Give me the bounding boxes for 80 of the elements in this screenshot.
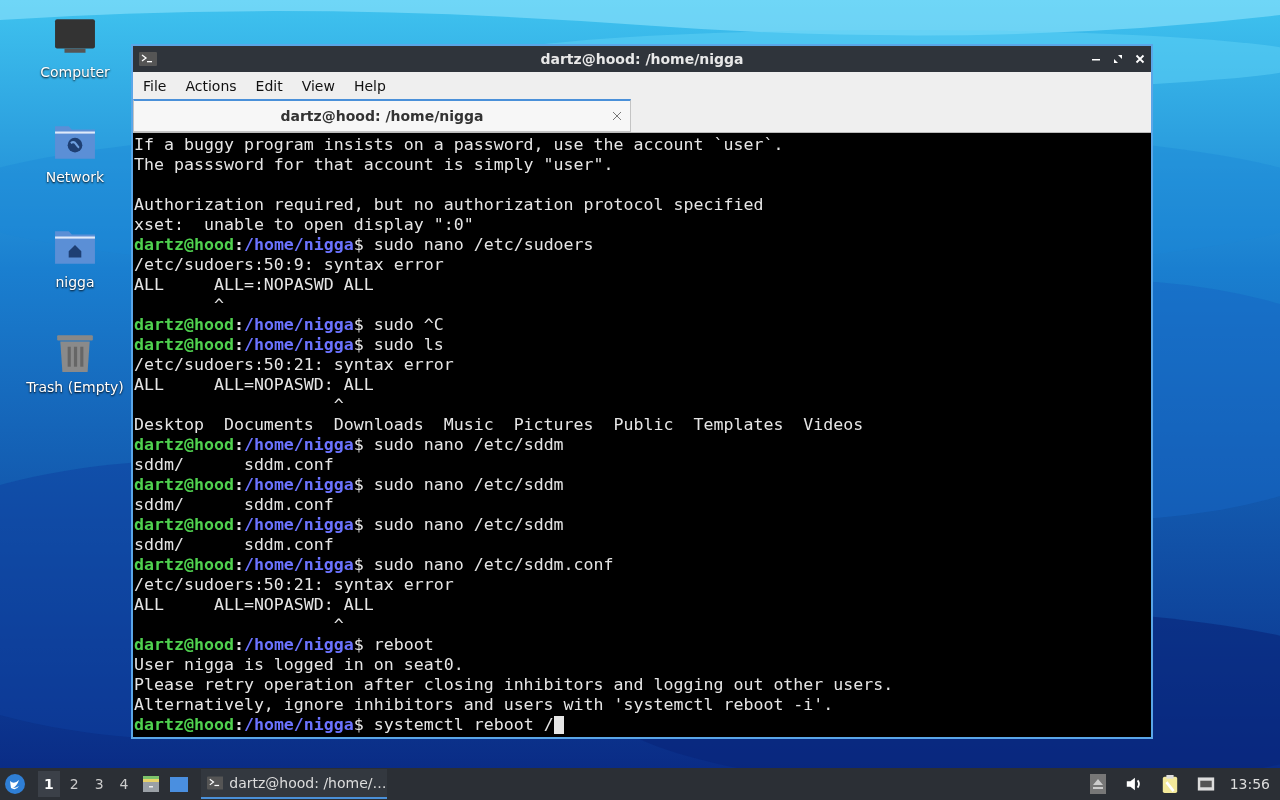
terminal-line: Alternatively, ignore inhibitors and users with 'systemctl reboot -i'. [134, 695, 834, 715]
file-cabinet-icon[interactable] [140, 774, 161, 794]
workspace-button[interactable]: 2 [63, 771, 85, 797]
terminal-line: ALL ALL=:NOPASWD ALL [134, 275, 374, 295]
prompt-path: /home/nigga [243, 715, 354, 735]
prompt-user: dartz@hood [134, 635, 234, 655]
prompt-separator: : [233, 475, 244, 495]
prompt-user: dartz@hood [134, 475, 234, 495]
command-text: $ sudo nano /etc/sddm [353, 515, 564, 535]
clipboard-icon[interactable] [1160, 774, 1179, 794]
terminal-line: Desktop Documents Downloads Music Pictures Public Templates Videos [134, 415, 864, 435]
terminal-line: /etc/sudoers:50:9: syntax error [134, 255, 444, 275]
terminal-line: If a buggy program insists on a password, use the account `user`. [134, 135, 784, 155]
prompt-path: /home/nigga [243, 555, 354, 575]
command-text: $ reboot [353, 635, 434, 655]
prompt-separator: : [233, 235, 244, 255]
prompt-separator: : [233, 715, 244, 735]
prompt-separator: : [233, 635, 244, 655]
window-title: dartz@hood: /home/nigga [540, 50, 744, 67]
menu-item[interactable]: File [135, 75, 175, 96]
prompt-path: /home/nigga [243, 335, 354, 355]
terminal-line: Authorization required, but no authorization protocol specified [134, 195, 764, 215]
desktop-icon-label[interactable]: nigga [55, 274, 95, 290]
prompt-separator: : [233, 435, 244, 455]
prompt-path: /home/nigga [243, 475, 354, 495]
terminal-line: ALL ALL=NOPASWD: ALL [134, 375, 374, 395]
prompt-user: dartz@hood [134, 715, 234, 735]
prompt-user: dartz@hood [134, 235, 234, 255]
prompt-separator: : [233, 315, 244, 335]
command-text: $ sudo ^C [353, 315, 444, 335]
command-text: $ sudo nano /etc/sddm.conf [353, 555, 614, 575]
command-text: $ sudo nano /etc/sddm [353, 435, 564, 455]
menu-item[interactable]: Actions [177, 75, 245, 96]
prompt-user: dartz@hood [134, 315, 234, 335]
command-text: $ sudo ls [353, 335, 444, 355]
menu-item[interactable]: Edit [247, 75, 291, 96]
eject-icon[interactable] [1088, 774, 1107, 794]
ethernet-icon[interactable] [1196, 774, 1215, 794]
prompt-user: dartz@hood [134, 335, 234, 355]
prompt-path: /home/nigga [243, 515, 354, 535]
prompt-path: /home/nigga [243, 435, 354, 455]
terminal-line: User nigga is logged in on seat0. [134, 655, 464, 675]
prompt-path: /home/nigga [243, 235, 354, 255]
taskbar-window-button[interactable]: dartz@hood: /home/… [200, 769, 387, 799]
prompt-path: /home/nigga [243, 315, 354, 335]
terminal-line: The passsword for that account is simply "user". [134, 155, 614, 175]
window-icon[interactable] [168, 774, 189, 794]
prompt-separator: : [233, 515, 244, 535]
terminal-line: Please retry operation after closing inhibitors and logging out other users. [134, 675, 894, 695]
command-text: $ sudo nano /etc/sddm [353, 475, 564, 495]
tab[interactable]: dartz@hood: /home/nigga [133, 99, 631, 132]
prompt-user: dartz@hood [134, 515, 234, 535]
terminal-line: ^ [332, 395, 344, 415]
terminal-line: ^ [212, 295, 224, 315]
desktop-icon-label[interactable]: Trash (Empty) [26, 379, 124, 395]
terminal-line: ALL ALL=NOPASWD: ALL [134, 595, 374, 615]
terminal-line: xset: unable to open display ":0" [134, 215, 474, 235]
workspace-button[interactable]: 1 [38, 771, 60, 797]
terminal-icon [206, 776, 224, 790]
prompt-path: /home/nigga [243, 635, 354, 655]
command-text: $ systemctl reboot / [353, 715, 554, 735]
maximize-icon[interactable] [1113, 53, 1123, 64]
terminal-line: sddm/ sddm.conf [134, 455, 334, 475]
prompt-separator: : [233, 335, 244, 355]
terminal-line: ^ [332, 615, 344, 635]
clock[interactable]: 13:56 [1229, 776, 1270, 792]
terminal-line: /etc/sudoers:50:21: syntax error [134, 575, 454, 595]
workspace-button[interactable]: 3 [88, 771, 110, 797]
prompt-user: dartz@hood [134, 555, 234, 575]
command-text: $ sudo nano /etc/sudoers [353, 235, 594, 255]
menu-item[interactable]: Help [345, 75, 394, 96]
bird-logo-icon[interactable] [4, 773, 26, 795]
terminal-line: sddm/ sddm.conf [134, 535, 334, 555]
workspace-button[interactable]: 4 [113, 771, 135, 797]
prompt-separator: : [233, 555, 244, 575]
terminal-line: /etc/sudoers:50:21: syntax error [134, 355, 454, 375]
prompt-user: dartz@hood [134, 435, 234, 455]
menu-item[interactable]: View [293, 75, 343, 96]
terminal-icon [139, 51, 157, 66]
terminal-line: sddm/ sddm.conf [134, 495, 334, 515]
